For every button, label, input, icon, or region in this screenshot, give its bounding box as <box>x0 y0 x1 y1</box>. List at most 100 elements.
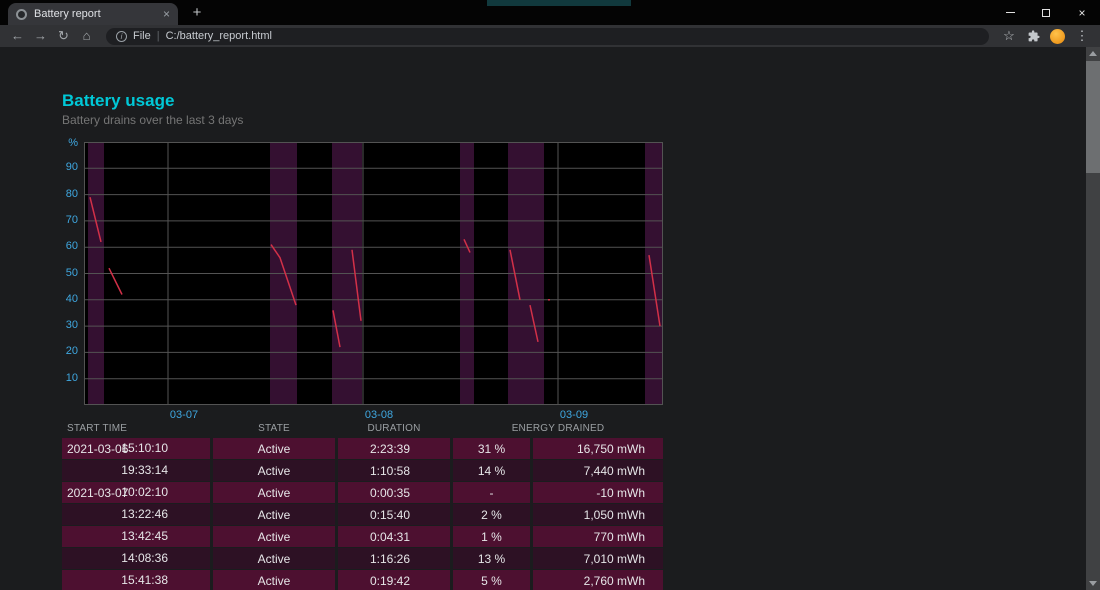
cell-time: 15:41:38 <box>121 573 168 587</box>
table-row: 2021-03-07 10:02:10 Active 0:00:35- -10 mWh <box>62 482 664 503</box>
y-axis-tick-label: 20 <box>65 345 78 358</box>
cell-energy-drained: 770 mWh <box>533 526 664 547</box>
battery-usage-chart: % 90 80 70 60 50 40 30 20 10 03-07 03-08 03-09 <box>62 137 663 432</box>
battery-report-page: Battery usage Battery drains over the la… <box>0 47 1086 590</box>
home-icon[interactable]: ⌂ <box>75 25 98 47</box>
table-row: 13:42:45 Active 0:04:31 1 % 770 mWh <box>62 526 664 547</box>
puzzle-piece-icon <box>1028 29 1040 41</box>
cell-date: 2021-03-06 <box>67 441 129 456</box>
new-tab-button[interactable]: + <box>186 3 208 23</box>
page-scrollbar[interactable] <box>1086 47 1100 590</box>
cell-state: Active <box>213 438 335 459</box>
extensions-icon[interactable] <box>1021 29 1045 43</box>
profile-avatar[interactable] <box>1050 28 1065 44</box>
cell-percent-drained: 14 % <box>453 460 530 481</box>
cell-energy-drained: 1,050 mWh <box>533 504 664 525</box>
page-info-icon[interactable]: i <box>116 30 127 42</box>
cell-energy-drained: -10 mWh <box>533 482 664 503</box>
cell-percent-drained: - <box>453 482 530 503</box>
browser-tab-battery-report[interactable]: Battery report × <box>8 3 178 25</box>
cell-start-time: 14:08:36 <box>62 548 210 569</box>
cell-duration: 0:04:31 <box>338 526 450 547</box>
cell-start-time: 2021-03-06 15:10:10 <box>62 438 210 459</box>
cell-duration: 0:00:35 <box>338 482 450 503</box>
y-axis-tick-label: 50 <box>65 266 78 279</box>
scrollbar-thumb[interactable] <box>1086 61 1100 173</box>
cell-state: Active <box>213 482 335 503</box>
section-title: Battery usage <box>62 91 175 110</box>
cell-duration: 0:19:42 <box>338 570 450 590</box>
cell-percent-drained: 2 % <box>453 504 530 525</box>
y-axis-tick-label: 90 <box>65 161 78 174</box>
table-row: 19:33:14 Active 1:10:58 14 % 7,440 mWh <box>62 460 664 481</box>
reload-icon[interactable]: ↻ <box>52 25 75 47</box>
cell-start-time: 19:33:14 <box>62 460 210 481</box>
tab-close-icon[interactable]: × <box>163 8 170 20</box>
browser-menu-icon[interactable]: ⋮ <box>1070 25 1094 47</box>
cell-state: Active <box>213 460 335 481</box>
section-subtitle: Battery drains over the last 3 days <box>62 113 244 127</box>
col-header-state: STATE <box>258 423 290 434</box>
y-axis-tick-label: 60 <box>65 240 78 253</box>
y-axis-tick-label: 70 <box>65 213 78 226</box>
cell-duration: 1:10:58 <box>338 460 450 481</box>
cell-percent-drained: 31 % <box>453 438 530 459</box>
cell-percent-drained: 5 % <box>453 570 530 590</box>
y-axis-tick-label: 10 <box>65 371 78 384</box>
cell-time: 14:08:36 <box>121 551 168 565</box>
col-header-duration: DURATION <box>367 423 421 434</box>
cell-state: Active <box>213 548 335 569</box>
maximize-icon <box>1042 8 1050 17</box>
cell-time: 13:22:46 <box>121 507 168 521</box>
window-maximize-button[interactable] <box>1028 0 1064 25</box>
col-header-start-time: START TIME <box>67 423 128 434</box>
cell-start-time: 2021-03-07 10:02:10 <box>62 482 210 503</box>
cell-time: 10:02:10 <box>121 485 168 499</box>
minimize-icon <box>1005 12 1015 13</box>
window-minimize-button[interactable] <box>992 0 1028 25</box>
screen-capture-indicator <box>487 0 631 6</box>
cell-energy-drained: 7,440 mWh <box>533 460 664 481</box>
table-row: 2021-03-06 15:10:10 Active 2:23:39 31 % 16,75… <box>62 438 664 459</box>
address-url: C:/battery_report.html <box>165 30 272 42</box>
cell-energy-drained: 16,750 mWh <box>533 438 664 459</box>
forward-icon[interactable]: → <box>29 25 52 47</box>
address-bar[interactable]: i File | C:/battery_report.html <box>106 27 989 45</box>
cell-start-time: 13:22:46 <box>62 504 210 525</box>
cell-duration: 2:23:39 <box>338 438 450 459</box>
cell-start-time: 15:41:38 <box>62 570 210 590</box>
cell-percent-drained: 13 % <box>453 548 530 569</box>
scrollbar-up-arrow[interactable] <box>1086 47 1100 60</box>
y-axis-tick-label: 40 <box>65 292 78 305</box>
cell-time: 13:42:45 <box>121 529 168 543</box>
down-triangle-icon <box>1089 581 1097 586</box>
cell-date: 2021-03-07 <box>67 485 129 500</box>
scrollbar-down-arrow[interactable] <box>1086 577 1100 590</box>
bookmark-star-icon[interactable]: ☆ <box>997 25 1021 47</box>
y-axis-unit-label: % <box>68 137 78 149</box>
cell-duration: 0:15:40 <box>338 504 450 525</box>
y-axis-tick-label: 30 <box>65 319 78 332</box>
table-row: 14:08:36 Active 1:16:26 13 % 7,010 mWh <box>62 548 664 569</box>
table-row: 15:41:38 Active 0:19:42 5 % 2,760 mWh <box>62 570 664 590</box>
address-separator: | <box>156 30 160 42</box>
browser-tab-strip: Battery report × + × <box>0 0 1100 25</box>
back-icon[interactable]: ← <box>6 25 29 47</box>
chart-plot <box>84 142 663 405</box>
cell-state: Active <box>213 504 335 525</box>
address-scheme: File <box>133 30 151 42</box>
y-axis-tick-label: 80 <box>65 187 78 200</box>
cell-time: 15:10:10 <box>121 441 168 455</box>
battery-table-body: 2021-03-06 15:10:10 Active 2:23:39 31 % 16,75… <box>62 438 664 590</box>
cell-start-time: 13:42:45 <box>62 526 210 547</box>
table-header-row: START TIME STATE DURATION ENERGY DRAINED <box>62 420 663 437</box>
cell-time: 19:33:14 <box>121 463 168 477</box>
cell-energy-drained: 2,760 mWh <box>533 570 664 590</box>
tab-favicon-icon <box>16 8 27 20</box>
col-header-energy-drained: ENERGY DRAINED <box>511 423 605 434</box>
window-close-button[interactable]: × <box>1064 0 1100 25</box>
y-axis-labels: % 90 80 70 60 50 40 30 20 10 <box>62 137 78 405</box>
browser-toolbar: ← → ↻ ⌂ i File | C:/battery_report.html … <box>0 25 1100 47</box>
table-row: 13:22:46 Active 0:15:40 2 % 1,050 mWh <box>62 504 664 525</box>
cell-state: Active <box>213 570 335 590</box>
